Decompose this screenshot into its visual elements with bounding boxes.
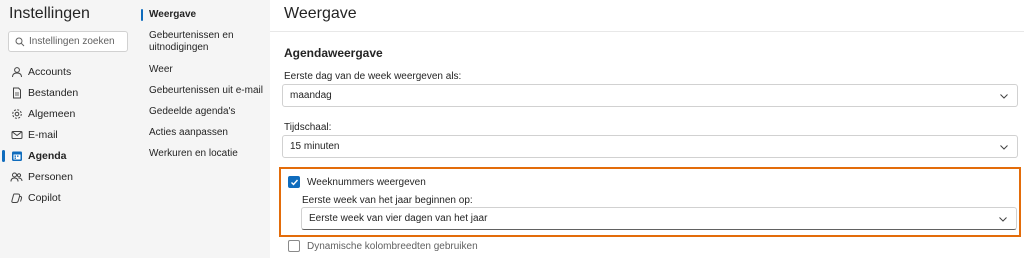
subnav-item-weer[interactable]: Weer [149,64,264,76]
settings-search-input[interactable] [29,36,125,47]
sidebar-item-label: Algemeen [28,108,76,120]
week-numbers-label: Weeknummers weergeven [307,177,426,188]
sidebar-item-accounts[interactable]: Accounts [0,62,135,82]
subnav-item-gebeurtenissen-email[interactable]: Gebeurtenissen uit e-mail [149,85,264,97]
sidebar-item-copilot[interactable]: Copilot [0,188,135,208]
sidebar-item-label: Personen [28,171,73,183]
timescale-label: Tijdschaal: [284,122,332,133]
settings-title: Instellingen [9,5,90,22]
sidebar-item-label: Accounts [28,66,72,78]
chevron-down-icon [999,217,1007,222]
checkmark-icon [290,179,298,186]
first-day-dropdown[interactable]: maandag [282,84,1018,107]
subnav-item-werkuren-locatie[interactable]: Werkuren en locatie [149,148,264,160]
first-day-value: maandag [290,90,332,101]
first-week-label: Eerste week van het jaar beginnen op: [302,195,473,206]
search-icon [15,37,25,46]
subnav-item-acties-aanpassen[interactable]: Acties aanpassen [149,127,264,139]
timescale-dropdown[interactable]: 15 minuten [282,135,1018,158]
chevron-down-icon [1000,145,1008,150]
first-day-label: Eerste dag van de week weergeven als: [284,71,462,82]
subnav-item-gedeelde-agendas[interactable]: Gedeelde agenda's [149,106,264,118]
chevron-down-icon [1000,94,1008,99]
sidebar-item-label: Agenda [28,150,67,162]
section-title: Agendaweergave [284,46,383,60]
dynamic-columns-label: Dynamische kolombreedten gebruiken [307,241,478,252]
sidebar-item-bestanden[interactable]: Bestanden [0,83,135,103]
settings-search-box[interactable] [8,31,128,52]
sidebar-item-label: E-mail [28,129,58,141]
page-title: Weergave [284,5,357,22]
subnav-item-gebeurtenissen-uitnodigingen[interactable]: Gebeurtenissen en uitnodigingen [149,30,264,54]
people-icon [10,171,23,184]
dynamic-columns-checkbox[interactable] [288,240,300,252]
document-icon [10,87,23,100]
first-week-dropdown[interactable]: Eerste week van vier dagen van het jaar [301,207,1017,230]
sidebar-item-personen[interactable]: Personen [0,167,135,187]
active-indicator [141,9,143,21]
header-divider [270,31,1024,32]
timescale-value: 15 minuten [290,141,340,152]
mail-icon [10,129,23,142]
sidebar-item-label: Bestanden [28,87,79,99]
gear-icon [10,108,23,121]
sidebar-item-algemeen[interactable]: Algemeen [0,104,135,124]
calendar-icon [10,150,23,163]
sidebar-item-email[interactable]: E-mail [0,125,135,145]
sidebar-item-label: Copilot [28,192,61,204]
sidebar-item-agenda[interactable]: Agenda [0,146,135,166]
subnav-item-weergave[interactable]: Weergave [149,9,264,21]
person-icon [10,66,23,79]
copilot-icon [10,192,23,205]
first-week-value: Eerste week van vier dagen van het jaar [309,213,488,224]
week-numbers-checkbox[interactable] [288,176,300,188]
